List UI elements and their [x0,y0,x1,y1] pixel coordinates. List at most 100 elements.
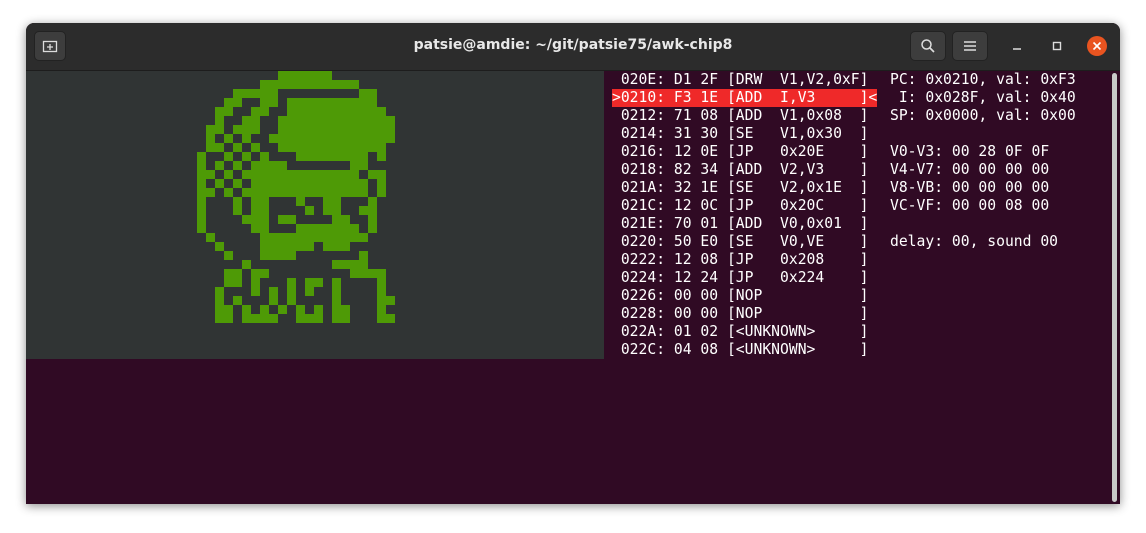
display-pixel [197,224,206,233]
display-pixel [350,116,359,125]
display-pixel [269,179,278,188]
display-pixel [314,98,323,107]
register-line: VC-VF: 00 00 08 00 [890,197,1050,214]
register-line: V0-V3: 00 28 0F 0F [890,143,1050,160]
display-pixel [359,89,368,98]
display-pixel [314,278,323,287]
maximize-button[interactable] [1046,35,1068,57]
display-pixel [296,170,305,179]
display-pixel [242,152,251,161]
display-pixel [287,71,296,80]
display-pixel [323,233,332,242]
display-pixel [269,188,278,197]
display-pixel [359,98,368,107]
display-pixel [332,233,341,242]
terminal-content[interactable]: 020E: D1 2F [DRW V1,V2,0xF] >0210: F3 1E … [26,71,1120,504]
minimize-button[interactable] [1006,35,1028,57]
display-pixel [287,242,296,251]
display-pixel [341,116,350,125]
display-pixel [323,224,332,233]
display-pixel [359,269,368,278]
display-pixel [215,107,224,116]
display-pixel [269,134,278,143]
display-pixel [305,107,314,116]
display-pixel [206,233,215,242]
display-pixel [368,224,377,233]
display-pixel [341,224,350,233]
display-pixel [224,305,233,314]
display-pixel [287,179,296,188]
display-pixel [233,197,242,206]
display-pixel [260,197,269,206]
register-line: V4-V7: 00 00 00 00 [890,161,1050,178]
disassembly-line: 0216: 12 0E [JP 0x20E ] [612,143,869,160]
display-pixel [305,134,314,143]
display-pixel [233,278,242,287]
display-pixel [278,188,287,197]
display-pixel [233,269,242,278]
display-pixel [296,107,305,116]
display-pixel [368,215,377,224]
display-pixel [224,107,233,116]
display-pixel [269,80,278,89]
display-pixel [305,125,314,134]
display-pixel [206,170,215,179]
scrollbar[interactable] [1112,73,1117,502]
display-pixel [296,134,305,143]
display-pixel [260,161,269,170]
disassembly-line: 021C: 12 0C [JP 0x20C ] [612,197,869,214]
display-pixel [323,98,332,107]
display-pixel [296,143,305,152]
display-pixel [242,89,251,98]
display-pixel [377,269,386,278]
display-pixel [377,296,386,305]
display-pixel [341,170,350,179]
display-pixel [278,80,287,89]
close-button[interactable] [1086,35,1108,57]
display-pixel [350,188,359,197]
display-pixel [242,305,251,314]
display-pixel [368,134,377,143]
display-pixel [350,161,359,170]
display-pixel [233,179,242,188]
display-pixel [242,134,251,143]
display-pixel [215,305,224,314]
display-pixel [278,116,287,125]
register-line: PC: 0x0210, val: 0xF3 [890,71,1076,88]
search-button[interactable] [910,31,946,61]
display-pixel [224,188,233,197]
search-icon [921,39,935,53]
display-pixel [296,233,305,242]
display-pixel [332,179,341,188]
display-pixel [350,125,359,134]
display-pixel [260,170,269,179]
menu-button[interactable] [952,31,988,61]
display-pixel [260,233,269,242]
display-pixel [323,197,332,206]
display-pixel [368,89,377,98]
display-pixel [278,125,287,134]
display-pixel [251,188,260,197]
display-pixel [296,98,305,107]
display-pixel [233,161,242,170]
display-pixel [269,287,278,296]
display-pixel [305,71,314,80]
display-pixel [296,80,305,89]
display-pixel [314,314,323,323]
display-pixel [305,170,314,179]
display-pixel [233,125,242,134]
display-pixel [377,287,386,296]
display-pixel [314,233,323,242]
display-pixel [305,287,314,296]
display-pixel [269,251,278,260]
display-pixel [332,206,341,215]
display-pixel [197,188,206,197]
display-pixel [287,251,296,260]
display-pixel [386,296,395,305]
display-pixel [332,242,341,251]
display-pixel [197,206,206,215]
display-pixel [377,278,386,287]
minimize-icon [1013,48,1021,50]
display-pixel [305,116,314,125]
display-pixel [287,188,296,197]
